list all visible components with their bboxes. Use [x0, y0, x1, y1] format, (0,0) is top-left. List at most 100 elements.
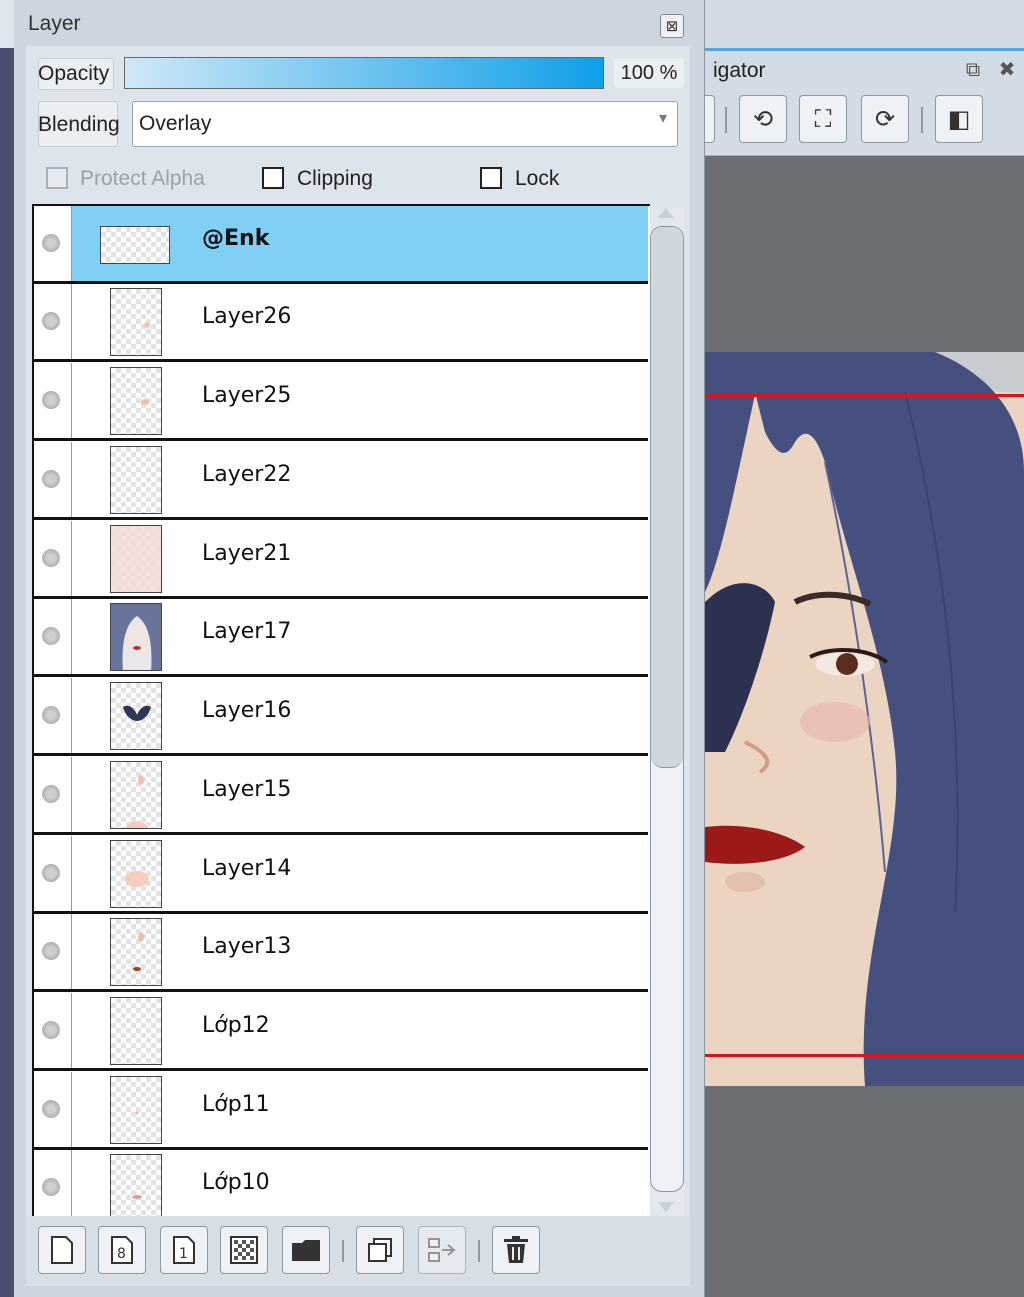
layer-thumbnail: [110, 525, 162, 593]
close-icon[interactable]: ✖: [995, 57, 1019, 81]
layer-row-body: Lớp12: [72, 993, 648, 1068]
visibility-toggle[interactable]: [42, 785, 60, 803]
artwork-preview: [705, 352, 1024, 1086]
scrollbar-track[interactable]: [650, 226, 684, 1192]
visibility-toggle[interactable]: [42, 706, 60, 724]
layer-row[interactable]: Layer17: [34, 599, 648, 677]
layer-row[interactable]: Lớp10: [34, 1150, 648, 1218]
layer-row-body: Layer15: [72, 757, 648, 832]
layer-row-body: Layer25: [72, 363, 648, 438]
layer-row-body: Layer13: [72, 914, 648, 989]
opacity-slider[interactable]: [124, 57, 604, 89]
rotate-right-button[interactable]: ⟳: [861, 95, 909, 143]
close-icon[interactable]: ⊠: [660, 14, 684, 38]
new-layer-button[interactable]: [38, 1226, 86, 1274]
layer-row[interactable]: Layer22: [34, 442, 648, 520]
rotate-left-button[interactable]: ⟲: [739, 95, 787, 143]
merge-down-button[interactable]: [418, 1226, 466, 1274]
visibility-toggle[interactable]: [42, 1178, 60, 1196]
layer-name: Layer15: [202, 777, 292, 802]
visibility-toggle[interactable]: [42, 627, 60, 645]
layer-name: Layer17: [202, 619, 292, 644]
layer-name: Layer25: [202, 383, 292, 408]
visibility-toggle[interactable]: [42, 1100, 60, 1118]
lock-checkbox[interactable]: [480, 167, 502, 189]
lock-label: Lock: [515, 167, 560, 190]
layer-thumbnail: [110, 1154, 162, 1218]
new-8bit-layer-icon: 8: [111, 1236, 133, 1264]
visibility-column: [34, 206, 72, 281]
new-folder-icon: [292, 1240, 320, 1261]
left-canvas-edge: [0, 0, 14, 1297]
layer-row[interactable]: Layer15: [34, 757, 648, 835]
layer-row[interactable]: Lớp11: [34, 1072, 648, 1150]
layer-row[interactable]: Layer13: [34, 914, 648, 992]
clipping-checkbox[interactable]: [262, 167, 284, 189]
layer-thumbnail: [110, 840, 162, 908]
visibility-toggle[interactable]: [42, 864, 60, 882]
layer-thumbnail: [100, 226, 170, 264]
layer-name: Lớp11: [202, 1092, 270, 1117]
visibility-toggle[interactable]: [42, 1021, 60, 1039]
left-panel-header-edge: [0, 0, 14, 48]
layer-thumbnail: [110, 997, 162, 1065]
merge-down-icon: [428, 1238, 456, 1262]
blending-value: Overlay: [139, 112, 212, 135]
layer-list-scrollbar[interactable]: [650, 208, 684, 1218]
layer-name: Layer21: [202, 541, 292, 566]
scroll-down-arrow-icon[interactable]: [658, 1202, 674, 1212]
fit-window-icon: ⛶: [814, 105, 832, 133]
layer-row-body: Lớp10: [72, 1150, 648, 1218]
layer-name: Layer13: [202, 934, 292, 959]
visibility-toggle[interactable]: [42, 549, 60, 567]
layer-thumbnail: [110, 918, 162, 986]
layer-row[interactable]: Layer14: [34, 836, 648, 914]
layer-bottom-toolbar: 8 1: [26, 1216, 690, 1284]
new-1bit-layer-button[interactable]: 1: [160, 1226, 208, 1274]
visibility-toggle[interactable]: [42, 391, 60, 409]
layer-row[interactable]: Layer25: [34, 363, 648, 441]
layer-row[interactable]: Layer16: [34, 678, 648, 756]
new-folder-button[interactable]: [282, 1226, 330, 1274]
layer-name: Layer26: [202, 304, 292, 329]
layer-row[interactable]: Layer26: [34, 284, 648, 362]
visibility-toggle[interactable]: [42, 234, 60, 252]
layer-row[interactable]: Layer21: [34, 521, 648, 599]
fit-window-button[interactable]: ⛶: [799, 95, 847, 143]
visibility-toggle[interactable]: [42, 942, 60, 960]
visibility-column: [34, 284, 72, 359]
delete-layer-icon: [504, 1236, 528, 1263]
popout-icon[interactable]: ⧉: [961, 57, 985, 81]
scroll-up-arrow-icon[interactable]: [658, 208, 674, 218]
layer-row-body: Layer16: [72, 678, 648, 753]
layer-row[interactable]: Lớp12: [34, 993, 648, 1071]
visibility-toggle[interactable]: [42, 470, 60, 488]
protect-alpha-checkbox[interactable]: [46, 167, 68, 189]
new-layer-icon: [51, 1236, 73, 1264]
layer-thumbnail: [110, 288, 162, 356]
visibility-toggle[interactable]: [42, 312, 60, 330]
visibility-column: [34, 363, 72, 438]
layer-name: Layer16: [202, 698, 292, 723]
rotate-left-icon: ⟲: [752, 105, 774, 133]
new-1bit-layer-icon: 1: [173, 1236, 195, 1264]
duplicate-layer-button[interactable]: [356, 1226, 404, 1274]
visibility-column: [34, 914, 72, 989]
navigator-preview[interactable]: [705, 352, 1024, 1086]
opacity-value[interactable]: 100 %: [614, 58, 684, 88]
new-halftone-layer-icon: [230, 1236, 258, 1264]
delete-layer-button[interactable]: [492, 1226, 540, 1274]
new-8bit-layer-button[interactable]: 8: [98, 1226, 146, 1274]
layer-row[interactable]: @Enk: [34, 206, 648, 284]
toolbar-separator: [478, 1240, 480, 1262]
duplicate-layer-icon: [368, 1238, 392, 1262]
navigator-title: igator: [713, 59, 766, 82]
navigator-header: igator ⧉ ✖: [705, 51, 1024, 91]
blending-select[interactable]: Overlay ▾: [132, 101, 678, 147]
scrollbar-thumb[interactable]: [651, 227, 683, 768]
svg-text:8: 8: [117, 1246, 126, 1262]
flip-horizontal-button[interactable]: ◧: [935, 95, 983, 143]
toolbar-separator: [921, 107, 923, 133]
new-halftone-layer-button[interactable]: [220, 1226, 268, 1274]
layer-name: Layer14: [202, 856, 292, 881]
